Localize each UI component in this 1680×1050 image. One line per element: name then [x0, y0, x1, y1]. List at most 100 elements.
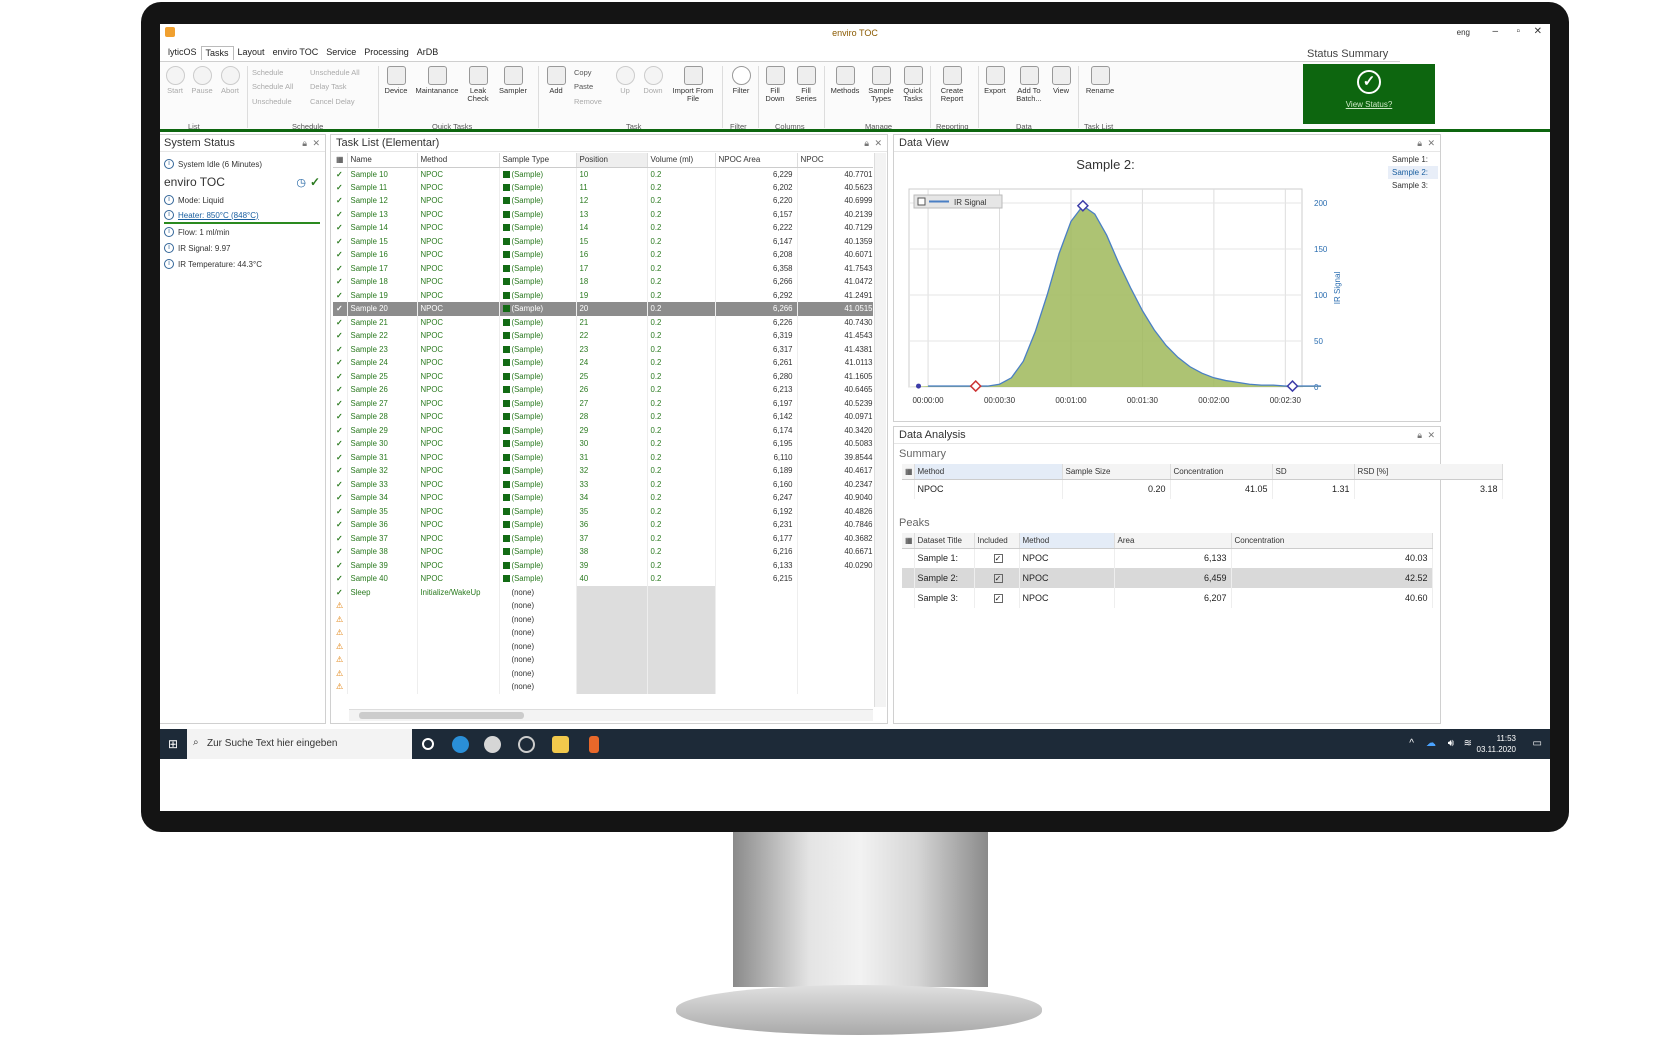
start-button[interactable]: Start: [164, 66, 186, 95]
table-row[interactable]: ✓ Sample 10 NPOC (Sample) 10 0.2 6,229 40.7701: [333, 167, 873, 181]
table-row[interactable]: ✓ Sample 16 NPOC (Sample) 16 0.2 6,208 40.6071: [333, 248, 873, 262]
close-icon[interactable]: ✕: [1427, 138, 1435, 149]
col-sample-type[interactable]: Sample Type: [499, 153, 577, 168]
up-button[interactable]: Up: [614, 66, 636, 95]
abort-button[interactable]: Abort: [218, 66, 242, 95]
minimize-icon[interactable]: –: [1492, 26, 1498, 37]
col-method[interactable]: Method: [914, 464, 1063, 480]
status-heater[interactable]: i Heater: 850°C (848°C): [164, 208, 320, 224]
view-status-link[interactable]: View Status?: [1303, 100, 1435, 109]
table-row[interactable]: ✓ Sample 21 NPOC (Sample) 21 0.2 6,226 40.7430: [333, 315, 873, 329]
peak-row[interactable]: Sample 2: ✓ NPOC 6,459 42.52: [902, 568, 1433, 588]
network-icon[interactable]: ≋: [1464, 738, 1472, 749]
tab-ardb[interactable]: ArDB: [413, 46, 443, 60]
device-button[interactable]: Device: [382, 66, 410, 95]
table-row[interactable]: ⚠ (none): [333, 653, 873, 667]
tab-service[interactable]: Service: [322, 46, 360, 60]
notifications-icon[interactable]: ▭: [1533, 738, 1542, 749]
col-position[interactable]: Position: [576, 153, 648, 168]
methods-button[interactable]: Methods: [828, 66, 862, 95]
ir-signal-chart[interactable]: 00:00:00 00:00:30 00:01:00 00:01:30 00:02:00…: [894, 153, 1384, 423]
chrome-icon[interactable]: [518, 736, 535, 753]
table-row[interactable]: ✓ Sample 26 NPOC (Sample) 26 0.2 6,213 40.6465: [333, 383, 873, 397]
col-sd[interactable]: SD: [1272, 464, 1355, 480]
table-row[interactable]: ✓ Sample 28 NPOC (Sample) 28 0.2 6,142 40.0971: [333, 410, 873, 424]
table-row[interactable]: ✓ Sample 33 NPOC (Sample) 33 0.2 6,160 40.2347: [333, 477, 873, 491]
language-indicator[interactable]: eng: [1457, 28, 1470, 37]
table-row[interactable]: ⚠ (none): [333, 639, 873, 653]
col-npoc-area[interactable]: NPOC Area: [715, 153, 798, 168]
table-row[interactable]: ✓ Sample 35 NPOC (Sample) 35 0.2 6,192 40.4826: [333, 504, 873, 518]
tab-lyticos[interactable]: lyticOS: [164, 46, 201, 60]
unschedule-all-button[interactable]: Unschedule All: [310, 68, 360, 77]
table-row[interactable]: ✓ Sample 25 NPOC (Sample) 25 0.2 6,280 41.1605: [333, 369, 873, 383]
close-icon[interactable]: ✕: [874, 138, 882, 149]
table-row[interactable]: ✓ Sample 12 NPOC (Sample) 12 0.2 6,220 40.6999: [333, 194, 873, 208]
table-row[interactable]: ✓ Sample 24 NPOC (Sample) 24 0.2 6,261 41.0113: [333, 356, 873, 370]
table-row[interactable]: ✓ Sample 37 NPOC (Sample) 37 0.2 6,177 40.3682: [333, 531, 873, 545]
included-checkbox[interactable]: ✓: [974, 568, 1020, 588]
table-row[interactable]: ✓ Sample 29 NPOC (Sample) 29 0.2 6,174 40.3420: [333, 423, 873, 437]
copy-button[interactable]: Copy: [574, 68, 592, 77]
table-row[interactable]: ✓ Sample 20 NPOC (Sample) 20 0.2 6,266 41.0515: [333, 302, 873, 316]
lock-icon[interactable]: 🔒︎: [1417, 138, 1422, 149]
remove-button[interactable]: Remove: [574, 97, 602, 106]
col-volume[interactable]: Volume (ml): [647, 153, 716, 168]
manage-quick-tasks-button[interactable]: Quick Tasks: [900, 66, 926, 103]
table-row[interactable]: ✓ Sample 15 NPOC (Sample) 15 0.2 6,147 40.1359: [333, 234, 873, 248]
table-row[interactable]: ✓ Sample 11 NPOC (Sample) 11 0.2 6,202 40.5623: [333, 180, 873, 194]
table-row[interactable]: ✓ Sample 13 NPOC (Sample) 13 0.2 6,157 40.2139: [333, 207, 873, 221]
cloud-icon[interactable]: ☁: [1426, 738, 1436, 749]
table-row[interactable]: ✓ Sample 19 NPOC (Sample) 19 0.2 6,292 41.2491: [333, 288, 873, 302]
table-row[interactable]: ✓ Sample 23 NPOC (Sample) 23 0.2 6,317 41.4381: [333, 342, 873, 356]
table-row[interactable]: ✓ Sample 14 NPOC (Sample) 14 0.2 6,222 40.7129: [333, 221, 873, 235]
col-rsd[interactable]: RSD [%]: [1354, 464, 1503, 480]
task-view-icon[interactable]: [422, 738, 434, 750]
fill-series-button[interactable]: Fill Series: [792, 66, 820, 103]
col-included[interactable]: Included: [974, 533, 1020, 549]
peak-row[interactable]: Sample 1: ✓ NPOC 6,133 40.03: [902, 548, 1433, 568]
edge-icon[interactable]: [452, 736, 469, 753]
app-icon[interactable]: [484, 736, 501, 753]
col-method[interactable]: Method: [1019, 533, 1115, 549]
cancel-delay-button[interactable]: Cancel Delay: [310, 97, 355, 106]
table-row[interactable]: ✓ Sample 17 NPOC (Sample) 17 0.2 6,358 41.7543: [333, 261, 873, 275]
table-row[interactable]: ✓ Sleep Initialize/WakeUp (none): [333, 585, 873, 599]
col-npoc[interactable]: NPOC: [797, 153, 873, 168]
included-checkbox[interactable]: ✓: [974, 548, 1020, 568]
table-row[interactable]: ✓ Sample 38 NPOC (Sample) 38 0.2 6,216 40.6671: [333, 545, 873, 559]
leak-check-button[interactable]: Leak Check: [464, 66, 492, 103]
vertical-scrollbar[interactable]: [874, 153, 886, 707]
table-row[interactable]: ✓ Sample 34 NPOC (Sample) 34 0.2 6,247 40.9040: [333, 491, 873, 505]
summary-row[interactable]: NPOC 0.20 41.05 1.31 3.18: [902, 479, 1503, 499]
table-row[interactable]: ✓ Sample 36 NPOC (Sample) 36 0.2 6,231 40.7846: [333, 518, 873, 532]
col-dataset-title[interactable]: Dataset Title: [914, 533, 975, 549]
speaker-icon[interactable]: 🔊︎: [1448, 738, 1454, 749]
col-concentration[interactable]: Concentration: [1231, 533, 1433, 549]
unschedule-button[interactable]: Unschedule: [252, 97, 292, 106]
table-row[interactable]: ✓ Sample 31 NPOC (Sample) 31 0.2 6,110 39.8544: [333, 450, 873, 464]
horizontal-scrollbar[interactable]: [349, 709, 873, 721]
table-row[interactable]: ⚠ (none): [333, 599, 873, 613]
col-concentration[interactable]: Concentration: [1170, 464, 1273, 480]
table-row[interactable]: ✓ Sample 30 NPOC (Sample) 30 0.2 6,195 40.5083: [333, 437, 873, 451]
add-to-batch-button[interactable]: Add To Batch...: [1012, 66, 1046, 103]
col-name[interactable]: Name: [347, 153, 418, 168]
tab-tasks[interactable]: Tasks: [200, 46, 234, 60]
table-menu-icon[interactable]: ▦: [902, 533, 915, 549]
table-row[interactable]: ✓ Sample 27 NPOC (Sample) 27 0.2 6,197 40.5239: [333, 396, 873, 410]
table-row[interactable]: ⚠ (none): [333, 680, 873, 694]
table-row[interactable]: ⚠ (none): [333, 626, 873, 640]
sampler-button[interactable]: Sampler: [496, 66, 530, 95]
down-button[interactable]: Down: [640, 66, 666, 95]
lock-icon[interactable]: 🔒︎: [864, 138, 869, 149]
view-button[interactable]: View: [1050, 66, 1072, 95]
filter-button[interactable]: Filter: [728, 66, 754, 95]
close-icon[interactable]: ✕: [1534, 26, 1542, 37]
schedule-button[interactable]: Schedule: [252, 68, 283, 77]
table-row[interactable]: ✓ Sample 40 NPOC (Sample) 40 0.2 6,215: [333, 572, 873, 586]
lock-icon[interactable]: 🔒︎: [302, 138, 307, 149]
maintanance-button[interactable]: Maintanance: [414, 66, 460, 95]
tab-processing[interactable]: Processing: [360, 46, 413, 60]
schedule-all-button[interactable]: Schedule All: [252, 82, 293, 91]
